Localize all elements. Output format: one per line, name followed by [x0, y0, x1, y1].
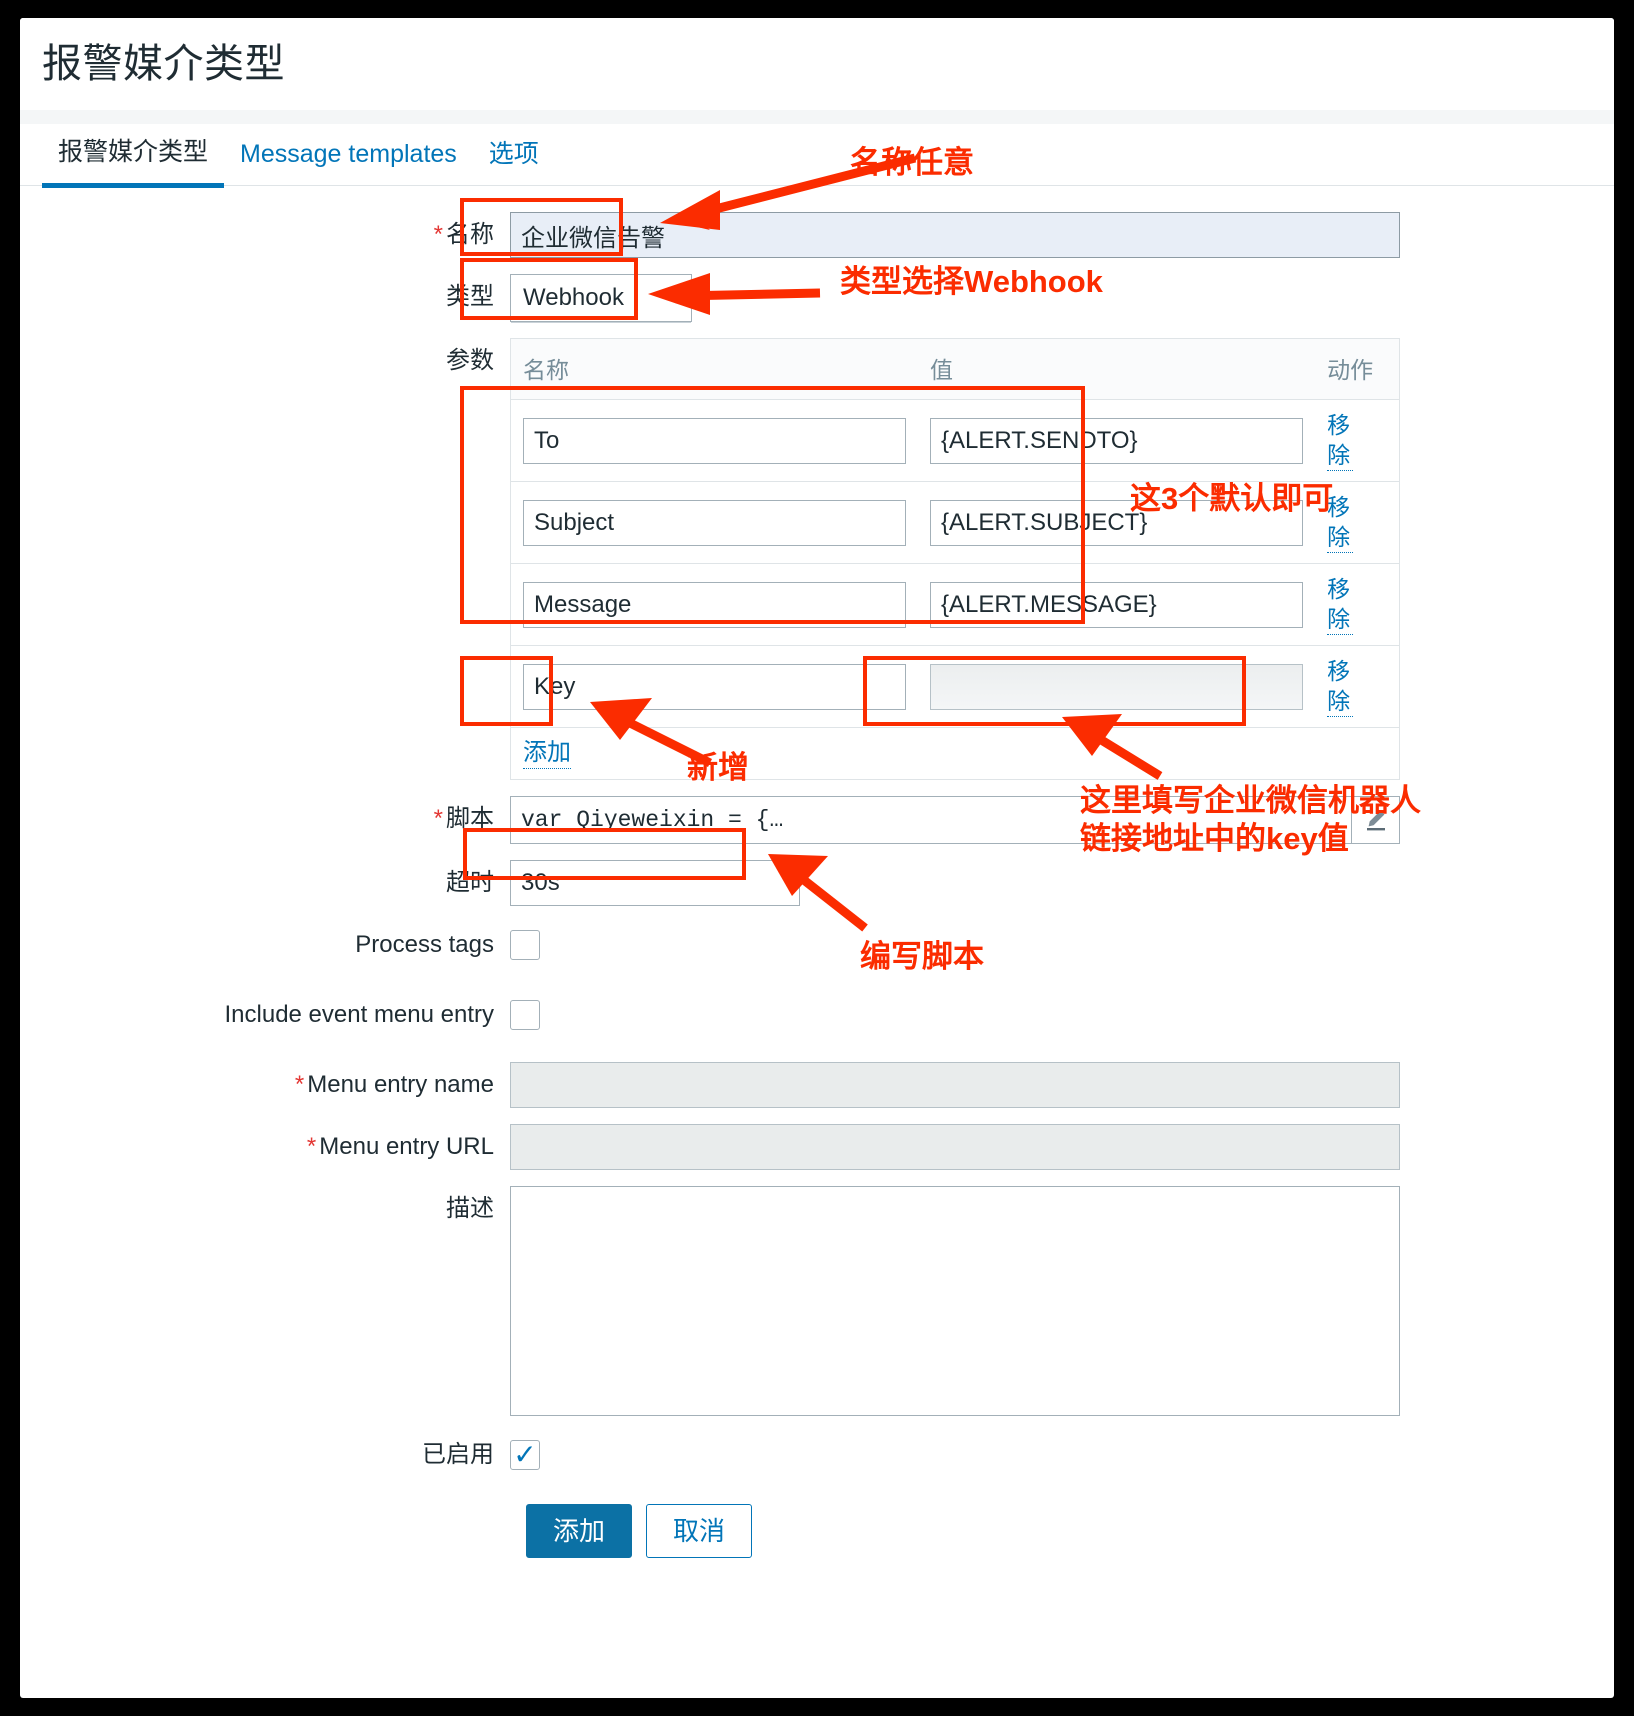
table-row: 移除 — [511, 399, 1399, 482]
required-marker-menu-entry-url: * — [306, 1133, 317, 1160]
label-process-tags: Process tags — [355, 931, 494, 958]
cell-param-value — [918, 645, 1316, 728]
tab-alert-media-type[interactable]: 报警媒介类型 — [42, 137, 225, 188]
tab-bar: 报警媒介类型 Message templates 选项 — [20, 124, 1614, 188]
check-icon: ✓ — [513, 1439, 537, 1470]
required-marker-name: * — [433, 221, 443, 248]
label-parameters: 参数 — [446, 347, 494, 374]
label-enabled: 已启用 — [422, 1441, 494, 1468]
required-marker-menu-entry-name: * — [294, 1071, 305, 1098]
parameters-header-row: 名称 值 动作 — [511, 339, 1399, 400]
label-menu-entry-name: * Menu entry name — [294, 1071, 494, 1098]
page-header: 报警媒介类型 — [20, 18, 1614, 110]
menu-entry-url-input[interactable] — [510, 1124, 1400, 1170]
label-description: 描述 — [446, 1195, 494, 1222]
label-menu-entry-url: * Menu entry URL — [306, 1133, 494, 1160]
cancel-button[interactable]: 取消 — [646, 1504, 753, 1558]
cell-param-value — [918, 399, 1316, 482]
form-actions: 添加 取消 — [20, 1504, 1614, 1558]
timeout-input[interactable] — [510, 860, 800, 906]
parameters-add-row: 添加 — [511, 728, 1399, 780]
label-include-event-menu-entry: Include event menu entry — [224, 1001, 495, 1028]
row-include-event-menu-entry: Include event menu entry — [20, 992, 1614, 1038]
annotation-script: 编写脚本 — [860, 939, 984, 974]
row-timeout: 超时 — [20, 860, 1614, 906]
parameters-table-wrapper: 名称 值 动作 移除 — [510, 338, 1400, 780]
cell-param-name — [511, 645, 919, 728]
param-name-input-2[interactable] — [523, 581, 907, 628]
include-event-menu-entry-checkbox[interactable] — [510, 1000, 540, 1030]
submit-button[interactable]: 添加 — [526, 1504, 633, 1558]
row-parameters: 参数 名称 值 动作 移除 — [20, 338, 1614, 780]
annotation-add: 新增 — [687, 750, 749, 785]
label-name: * 名称 — [433, 221, 494, 248]
cell-param-name — [511, 563, 919, 646]
alert-media-type-dialog: 报警媒介类型 报警媒介类型 Message templates 选项 *名称 类… — [20, 18, 1614, 1698]
cell-add-param: 添加 — [511, 728, 1399, 780]
column-header-name: 名称 — [511, 339, 919, 400]
required-marker-script: * — [433, 805, 443, 832]
name-input[interactable] — [510, 212, 1400, 258]
table-row: 移除 — [511, 645, 1399, 728]
param-value-input-0[interactable] — [930, 417, 1304, 464]
remove-param-link-2[interactable]: 移除 — [1327, 574, 1354, 635]
param-name-input-0[interactable] — [523, 417, 907, 464]
tabs-background-strip — [20, 110, 1614, 124]
row-description: 描述 — [20, 1186, 1614, 1416]
row-enabled: 已启用 ✓ — [20, 1432, 1614, 1478]
row-name: * 名称 — [20, 212, 1614, 258]
column-header-value: 值 — [918, 339, 1316, 400]
cell-param-value — [918, 563, 1316, 646]
param-value-input-3[interactable] — [930, 663, 1304, 710]
cell-param-name — [511, 399, 919, 482]
param-name-input-1[interactable] — [523, 499, 907, 546]
description-textarea[interactable] — [510, 1186, 1400, 1416]
row-process-tags: Process tags — [20, 922, 1614, 968]
row-menu-entry-url: * Menu entry URL — [20, 1124, 1614, 1170]
menu-entry-name-input[interactable] — [510, 1062, 1400, 1108]
table-row: 移除 — [511, 563, 1399, 646]
row-menu-entry-name: * Menu entry name — [20, 1062, 1614, 1108]
page-title: 报警媒介类型 — [42, 42, 285, 86]
tab-options[interactable]: 选项 — [473, 139, 555, 185]
label-type: 类型 — [446, 283, 494, 310]
param-name-input-3[interactable] — [523, 663, 907, 710]
enabled-checkbox[interactable]: ✓ — [510, 1440, 540, 1470]
annotation-name: 名称任意 — [850, 145, 974, 180]
row-type: 类型 Webhook ▾ — [20, 274, 1614, 322]
annotation-type: 类型选择Webhook — [840, 264, 1103, 299]
tab-message-templates[interactable]: Message templates — [224, 139, 473, 185]
remove-param-link-3[interactable]: 移除 — [1327, 656, 1354, 717]
label-script: * 脚本 — [433, 805, 494, 832]
annotation-defaults: 这3个默认即可 — [1130, 481, 1334, 516]
add-param-link[interactable]: 添加 — [523, 738, 571, 769]
chevron-down-icon: ▾ — [670, 287, 681, 309]
parameters-table: 名称 值 动作 移除 — [511, 339, 1399, 779]
cell-param-name — [511, 481, 919, 564]
type-select-value: Webhook — [523, 284, 624, 311]
annotation-key-value: 这里填写企业微信机器人 链接地址中的key值 — [1080, 783, 1421, 856]
cell-param-action: 移除 — [1315, 563, 1399, 646]
param-value-input-2[interactable] — [930, 581, 1304, 628]
column-header-action: 动作 — [1315, 339, 1399, 400]
label-timeout: 超时 — [446, 869, 494, 896]
media-type-form: *名称 类型 Webhook ▾ 参数 名称 值 动作 — [20, 186, 1614, 1558]
process-tags-checkbox[interactable] — [510, 930, 540, 960]
cell-param-action: 移除 — [1315, 645, 1399, 728]
remove-param-link-0[interactable]: 移除 — [1327, 410, 1354, 471]
cell-param-action: 移除 — [1315, 399, 1399, 482]
type-select[interactable]: Webhook ▾ — [510, 274, 692, 322]
